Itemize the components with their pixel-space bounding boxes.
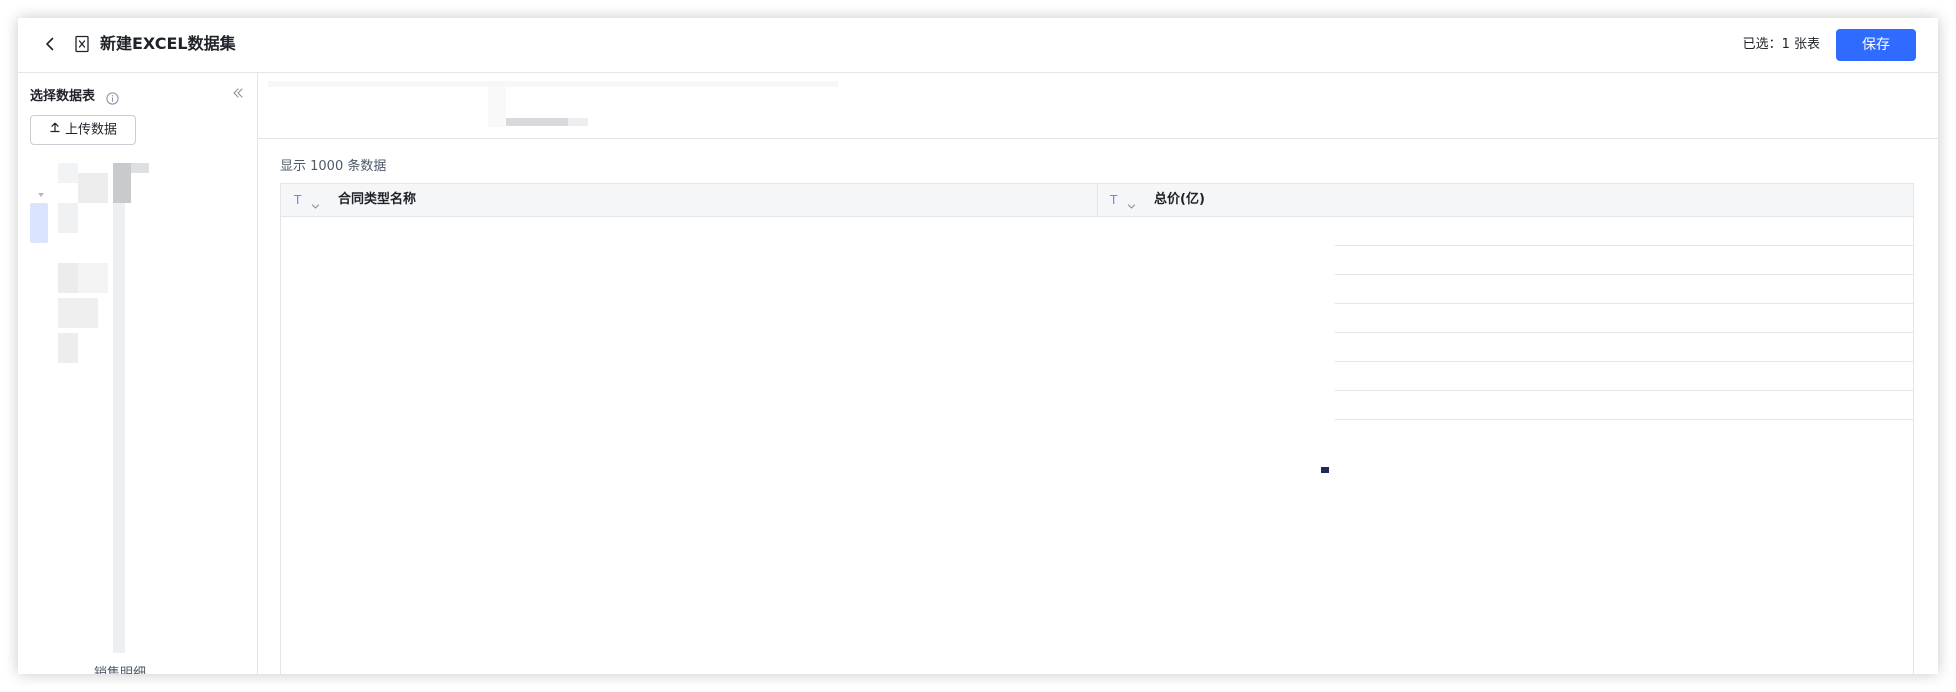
back-icon[interactable]: [40, 34, 60, 54]
dataset-editor-window: 新建EXCEL数据集 已选：1 张表 保存 选择数据表 上传数据 销售明细 显示…: [18, 18, 1938, 674]
row-count-info: 显示 1000 条数据: [280, 159, 387, 174]
resize-handle[interactable]: [1321, 467, 1329, 473]
preview-panel: 显示 1000 条数据 T 合同类型名称 T 总价(亿): [258, 73, 1938, 674]
sidebar-title: 选择数据表: [30, 89, 96, 104]
selected-table-highlight[interactable]: [30, 203, 48, 243]
table-header: T 合同类型名称 T 总价(亿): [281, 183, 1913, 217]
selected-label: 已选：: [1742, 37, 1782, 52]
excel-file-icon: [73, 35, 91, 53]
info-icon[interactable]: [106, 90, 119, 105]
data-preview-table: T 合同类型名称 T 总价(亿): [280, 183, 1914, 674]
table-item[interactable]: 销售明细: [94, 665, 146, 674]
caret-down-icon[interactable]: [38, 193, 44, 197]
column-header-contract-type[interactable]: 合同类型名称: [338, 184, 416, 216]
upload-icon: [49, 116, 61, 144]
table-select-sidebar: 选择数据表 上传数据 销售明细: [18, 73, 258, 674]
page-title: 新建EXCEL数据集: [100, 34, 236, 53]
save-button[interactable]: 保存: [1836, 29, 1916, 61]
column-header-total-price[interactable]: 总价(亿): [1154, 184, 1205, 216]
table-tree: [58, 163, 158, 653]
chevron-down-icon[interactable]: [311, 196, 320, 209]
tab-placeholder: [268, 81, 838, 87]
chevron-down-icon[interactable]: [1127, 196, 1136, 209]
top-header: 新建EXCEL数据集 已选：1 张表 保存: [18, 18, 1938, 73]
selected-count: 1 张表: [1781, 37, 1820, 52]
tab-scrollbar-track: [568, 118, 588, 126]
tab-scrollbar[interactable]: [506, 118, 568, 126]
sheet-tabs-area: [258, 73, 1938, 139]
selected-table-count: 已选：1 张表: [1743, 35, 1820, 55]
upload-data-button[interactable]: 上传数据: [30, 115, 136, 145]
upload-label: 上传数据: [64, 122, 117, 138]
tab-placeholder: [488, 87, 506, 127]
column-type-icon[interactable]: T: [294, 184, 301, 216]
column-type-icon[interactable]: T: [1110, 184, 1117, 216]
column-divider[interactable]: [1097, 184, 1098, 216]
collapse-icon[interactable]: [231, 85, 245, 99]
obscured-region: [281, 217, 1335, 473]
